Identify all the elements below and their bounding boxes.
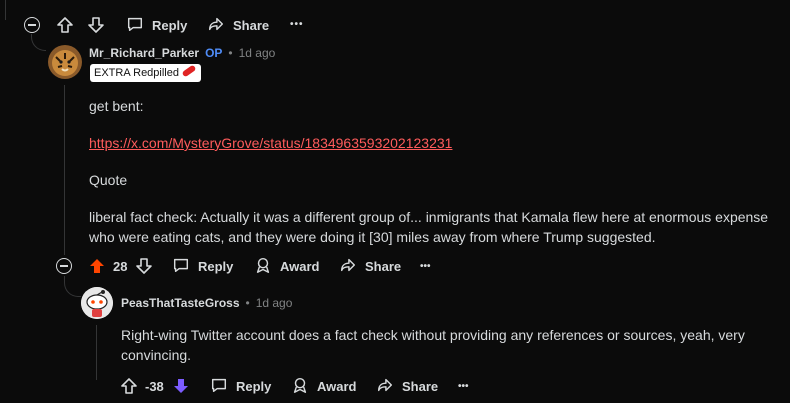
thread-line-outer (5, 0, 6, 20)
avatar[interactable] (81, 287, 113, 319)
share-button[interactable]: Share (207, 14, 269, 36)
reply-label: Reply (198, 258, 234, 274)
award-label: Award (280, 258, 320, 274)
award-ribbon-icon (291, 376, 309, 397)
upvote-icon[interactable] (87, 256, 107, 281)
comment-paragraph: Right-wing Twitter account does a fact c… (121, 327, 745, 363)
comment-bubble-icon (210, 376, 228, 397)
comment-paragraph: get bent: (89, 98, 144, 114)
share-label: Share (233, 17, 270, 33)
award-ribbon-icon (254, 256, 272, 277)
comment-link[interactable]: https://x.com/MysteryGrove/status/183496… (89, 133, 452, 153)
thread-line-comment1 (64, 85, 65, 255)
thread-curve-top (31, 34, 46, 51)
tiger-avatar-icon (48, 45, 82, 79)
more-options-button[interactable]: ••• (458, 375, 469, 397)
timestamp[interactable]: 1d ago (256, 296, 293, 310)
collapse-comment-button[interactable] (56, 258, 72, 274)
collapse-thread-button[interactable] (24, 17, 40, 33)
more-label: ••• (420, 260, 431, 272)
separator: • (228, 46, 233, 60)
username[interactable]: Mr_Richard_Parker (89, 46, 199, 60)
reply-button[interactable]: Reply (126, 14, 187, 36)
upvote-icon[interactable] (119, 376, 139, 401)
comment-paragraph: liberal fact check: Actually it was a di… (89, 209, 769, 245)
share-arrow-icon (376, 376, 394, 397)
op-badge: OP (205, 46, 223, 60)
reply-label: Reply (152, 17, 188, 33)
snoo-avatar-icon (81, 287, 113, 319)
vote-score: -38 (145, 379, 164, 394)
upvote-icon[interactable] (55, 15, 75, 40)
comment-bubble-icon (172, 256, 190, 277)
reply-label: Reply (236, 378, 272, 394)
comment-paragraph: Quote (89, 172, 128, 188)
reply-button[interactable]: Reply (210, 375, 271, 397)
separator: • (245, 296, 250, 310)
timestamp[interactable]: 1d ago (239, 46, 276, 60)
comment-bubble-icon (126, 15, 144, 36)
downvote-icon[interactable] (86, 15, 106, 40)
avatar[interactable] (48, 45, 82, 79)
downvote-icon[interactable] (134, 256, 154, 281)
thread-curve-comment2 (64, 276, 81, 297)
user-flair: EXTRA Redpilled (90, 64, 201, 82)
share-button[interactable]: Share (339, 255, 401, 277)
vote-score: 28 (113, 259, 128, 274)
username[interactable]: PeasThatTasteGross (121, 296, 240, 310)
share-label: Share (402, 378, 439, 394)
reply-button[interactable]: Reply (172, 255, 233, 277)
downvote-icon[interactable] (171, 376, 191, 401)
more-options-button[interactable]: ••• (420, 255, 431, 277)
more-label: ••• (458, 380, 469, 392)
award-label: Award (317, 378, 357, 394)
share-label: Share (365, 258, 402, 274)
more-options-button[interactable]: ••• (290, 13, 304, 35)
more-label: ••• (290, 18, 304, 30)
red-pill-icon (181, 65, 197, 81)
award-button[interactable]: Award (254, 255, 320, 277)
award-button[interactable]: Award (291, 375, 357, 397)
share-arrow-icon (207, 15, 225, 36)
thread-line-comment2 (96, 325, 97, 380)
share-arrow-icon (339, 256, 357, 277)
flair-text: EXTRA Redpilled (94, 67, 179, 79)
share-button[interactable]: Share (376, 375, 438, 397)
